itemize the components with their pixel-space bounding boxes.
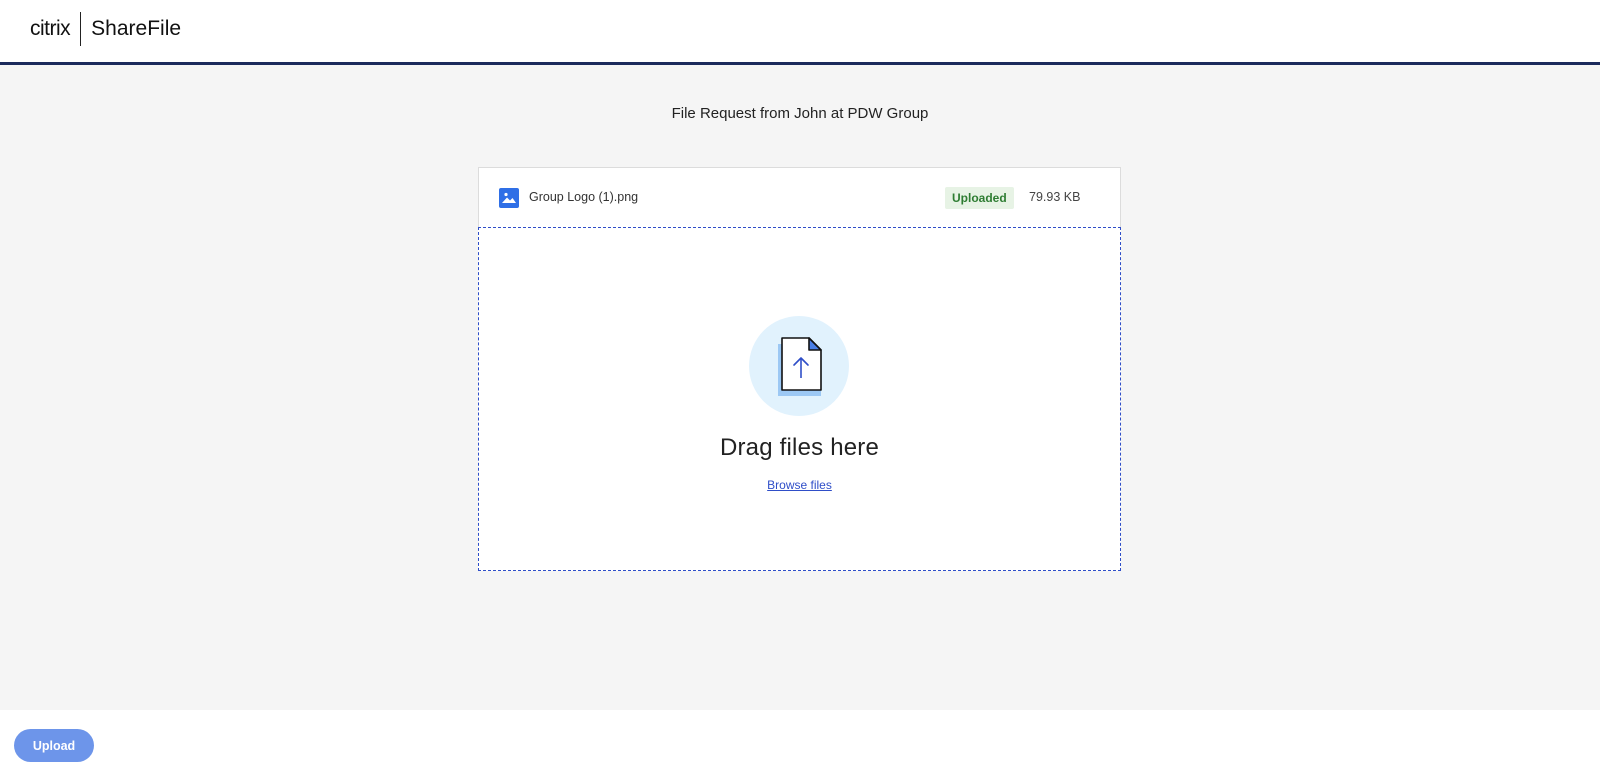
citrix-logo-text: citrix <box>30 17 71 40</box>
drag-files-heading: Drag files here <box>719 434 880 461</box>
browse-files-wrapper: Browse files <box>479 478 1120 492</box>
upload-button[interactable]: Upload <box>14 729 94 762</box>
page-title: File Request from John at PDW Group <box>671 105 929 122</box>
upload-panel: Group Logo (1).png Uploaded 79.93 KB Dra… <box>478 167 1121 571</box>
file-list-item: Group Logo (1).png Uploaded 79.93 KB <box>478 167 1121 227</box>
file-dropzone[interactable]: Drag files here Browse files <box>478 227 1121 571</box>
file-name: Group Logo (1).png <box>529 190 639 204</box>
main-content: File Request from John at PDW Group Grou… <box>0 65 1600 710</box>
browse-files-link[interactable]: Browse files <box>767 478 832 492</box>
app-header: citrix ShareFile <box>0 0 1600 65</box>
sharefile-logo-text: ShareFile <box>91 17 182 40</box>
brand-logo: citrix ShareFile <box>30 12 181 46</box>
file-upload-icon <box>749 316 849 416</box>
image-file-icon <box>499 188 519 208</box>
status-badge: Uploaded <box>945 187 1014 209</box>
footer-bar: Upload <box>0 710 1600 773</box>
file-size: 79.93 KB <box>1029 190 1081 204</box>
